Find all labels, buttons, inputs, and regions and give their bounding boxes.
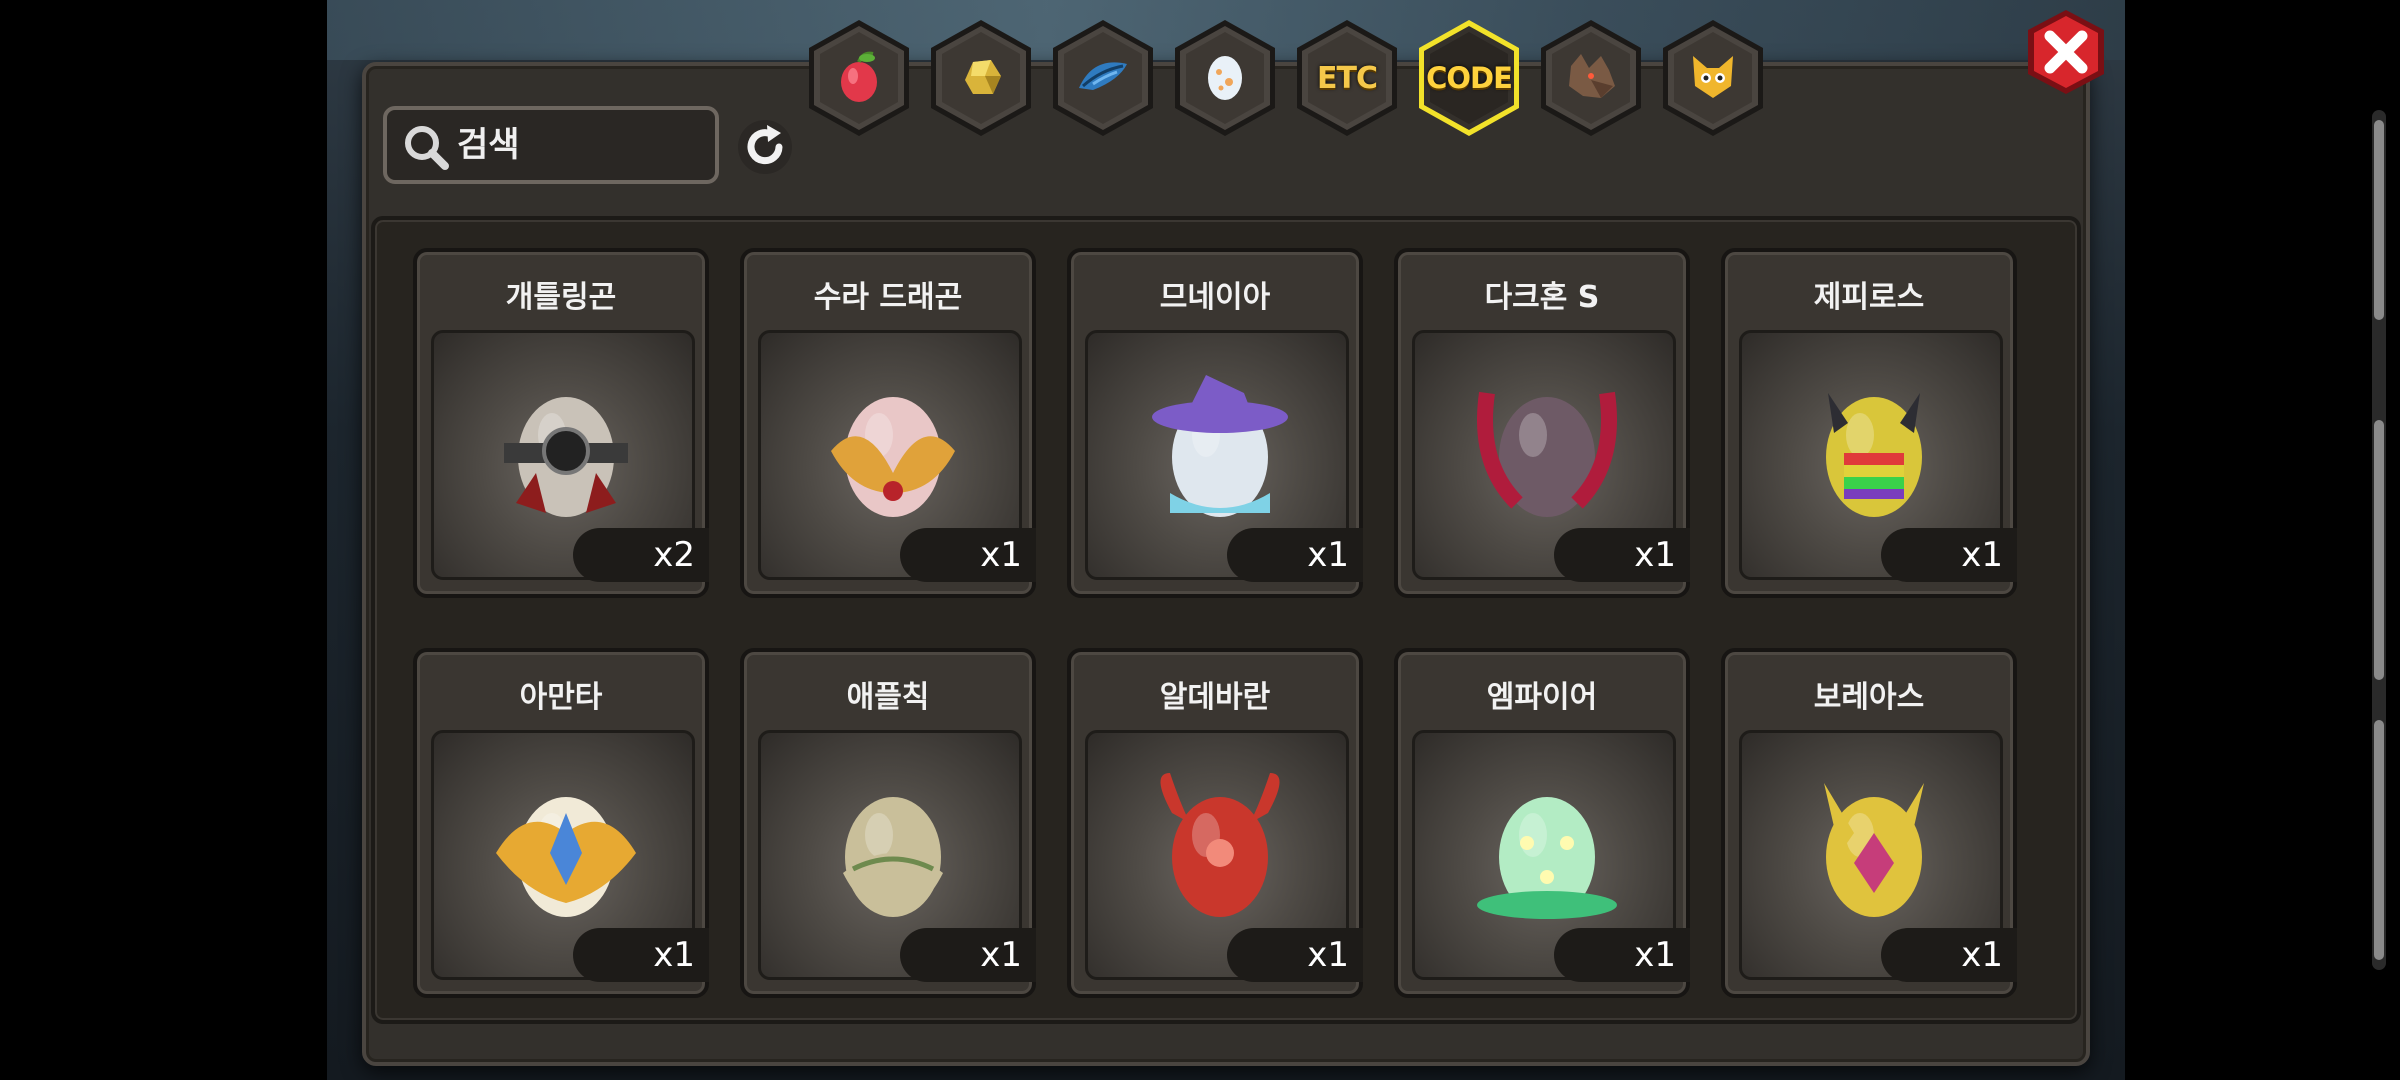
tab-egg[interactable] <box>1172 18 1278 138</box>
search-input[interactable] <box>457 120 697 170</box>
search-box[interactable] <box>383 106 719 184</box>
quantity-badge: x1 <box>573 928 709 982</box>
quantity-badge: x1 <box>1881 528 2017 582</box>
tab-label: CODE <box>1426 61 1513 95</box>
egg-card[interactable]: 다크혼 S x1 <box>1394 248 1690 598</box>
egg-card[interactable]: 알데바란 x1 <box>1067 648 1363 998</box>
scrollbar-thumb[interactable] <box>2374 720 2384 960</box>
egg-card[interactable]: 개틀링곤 x2 <box>413 248 709 598</box>
egg-name: 아만타 <box>519 680 603 715</box>
egg-card[interactable]: 보레아스 x1 <box>1721 648 2017 998</box>
quantity-badge: x1 <box>1227 528 1363 582</box>
egg-card[interactable]: 수라 드래곤 x1 <box>740 248 1036 598</box>
tab-fruit[interactable] <box>806 18 912 138</box>
egg-name: 개틀링곤 <box>505 280 617 315</box>
refresh-icon <box>738 120 792 174</box>
quantity-badge: x1 <box>1227 928 1363 982</box>
quantity-badge: x1 <box>1881 928 2017 982</box>
tab-label: ETC <box>1317 60 1378 96</box>
egg-name: 수라 드래곤 <box>813 280 963 315</box>
close-icon <box>2028 10 2104 94</box>
egg-name: 애플칙 <box>846 680 930 715</box>
scrollbar-thumb[interactable] <box>2374 120 2384 320</box>
blue-feather-icon <box>1073 46 1133 110</box>
quantity-badge: x2 <box>573 528 709 582</box>
egg-name: 엠파이어 <box>1486 680 1598 715</box>
refresh-button[interactable] <box>732 114 798 180</box>
egg-card[interactable]: 아만타 x1 <box>413 648 709 998</box>
gold-ore-icon <box>951 46 1011 110</box>
tab-beast[interactable] <box>1538 18 1644 138</box>
quantity-badge: x1 <box>900 528 1036 582</box>
search-icon <box>405 126 449 170</box>
quantity-badge: x1 <box>900 928 1036 982</box>
tab-ore[interactable] <box>928 18 1034 138</box>
fruit-icon <box>829 46 889 110</box>
egg-name: 보레아스 <box>1813 680 1925 715</box>
tab-code[interactable]: CODE <box>1416 18 1522 138</box>
egg-card[interactable]: 엠파이어 x1 <box>1394 648 1690 998</box>
yellow-cat-icon <box>1683 46 1743 110</box>
quantity-badge: x1 <box>1554 528 1690 582</box>
device-scrollbar[interactable] <box>2372 110 2386 970</box>
wolf-head-icon <box>1561 46 1621 110</box>
tab-etc[interactable]: ETC <box>1294 18 1400 138</box>
scrollbar-thumb[interactable] <box>2374 420 2384 680</box>
close-button[interactable] <box>2022 6 2110 98</box>
quantity-badge: x1 <box>1554 928 1690 982</box>
egg-card[interactable]: 제피로스 x1 <box>1721 248 2017 598</box>
egg-name: 알데바란 <box>1159 680 1271 715</box>
egg-card[interactable]: 므네이아 x1 <box>1067 248 1363 598</box>
egg-name: 다크혼 S <box>1484 280 1600 315</box>
egg-name: 므네이아 <box>1159 280 1271 315</box>
egg-icon <box>1195 46 1255 110</box>
egg-name: 제피로스 <box>1813 280 1925 315</box>
egg-card[interactable]: 애플칙 x1 <box>740 648 1036 998</box>
tab-feather[interactable] <box>1050 18 1156 138</box>
tab-pet[interactable] <box>1660 18 1766 138</box>
